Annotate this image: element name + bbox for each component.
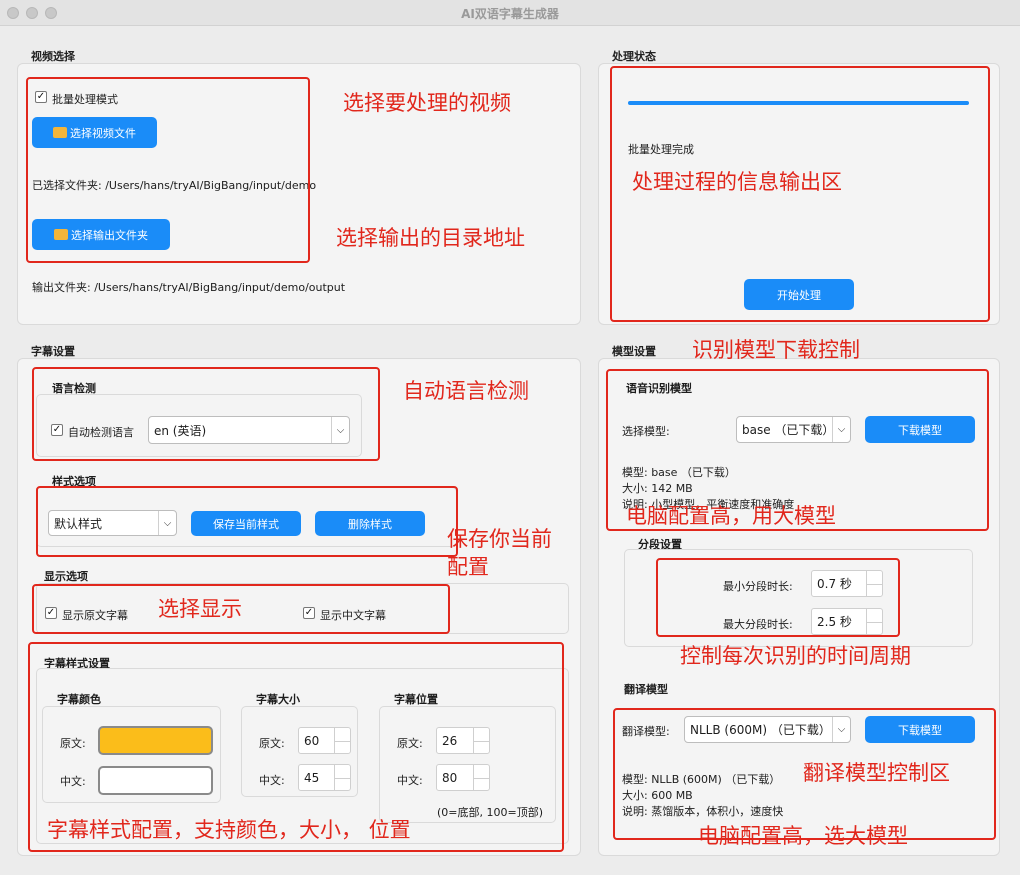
translation-title: 翻译模型: [624, 683, 668, 696]
annotation-text: 翻译模型控制区: [803, 761, 950, 785]
annotation-text: 自动语言检测: [403, 379, 529, 403]
annotation-text: 保存你当前: [447, 527, 552, 551]
display-options-title: 显示选项: [44, 570, 88, 583]
annotation-text: 电脑配置高，选大模型: [698, 824, 908, 848]
title-bar: AI双语字幕生成器: [0, 0, 1020, 26]
annotation-text: 电脑配置高，用大模型: [626, 504, 836, 528]
annotation-text: 选择输出的目录地址: [336, 226, 525, 250]
annotation-box-segment: [656, 558, 900, 637]
annotation-text: 字幕样式配置，支持颜色，大小， 位置: [47, 818, 411, 842]
annotation-box-video: [26, 77, 310, 263]
annotation-text: 控制每次识别的时间周期: [680, 644, 911, 668]
output-folder-text: 输出文件夹: /Users/hans/tryAI/BigBang/input/d…: [32, 281, 346, 294]
annotation-box-lang: [32, 367, 380, 461]
video-select-title: 视频选择: [31, 50, 75, 63]
annotation-box-style: [36, 486, 458, 557]
annotation-text: 处理过程的信息输出区: [632, 170, 842, 194]
annotation-text: 配置: [447, 555, 489, 579]
annotation-text: 选择要处理的视频: [343, 91, 511, 115]
status-title: 处理状态: [612, 50, 656, 63]
annotation-text: 识别模型下载控制: [692, 338, 860, 362]
window-title: AI双语字幕生成器: [461, 7, 559, 21]
subtitle-settings-title: 字幕设置: [31, 345, 75, 358]
model-settings-title: 模型设置: [612, 345, 656, 358]
annotation-text: 选择显示: [158, 597, 242, 621]
